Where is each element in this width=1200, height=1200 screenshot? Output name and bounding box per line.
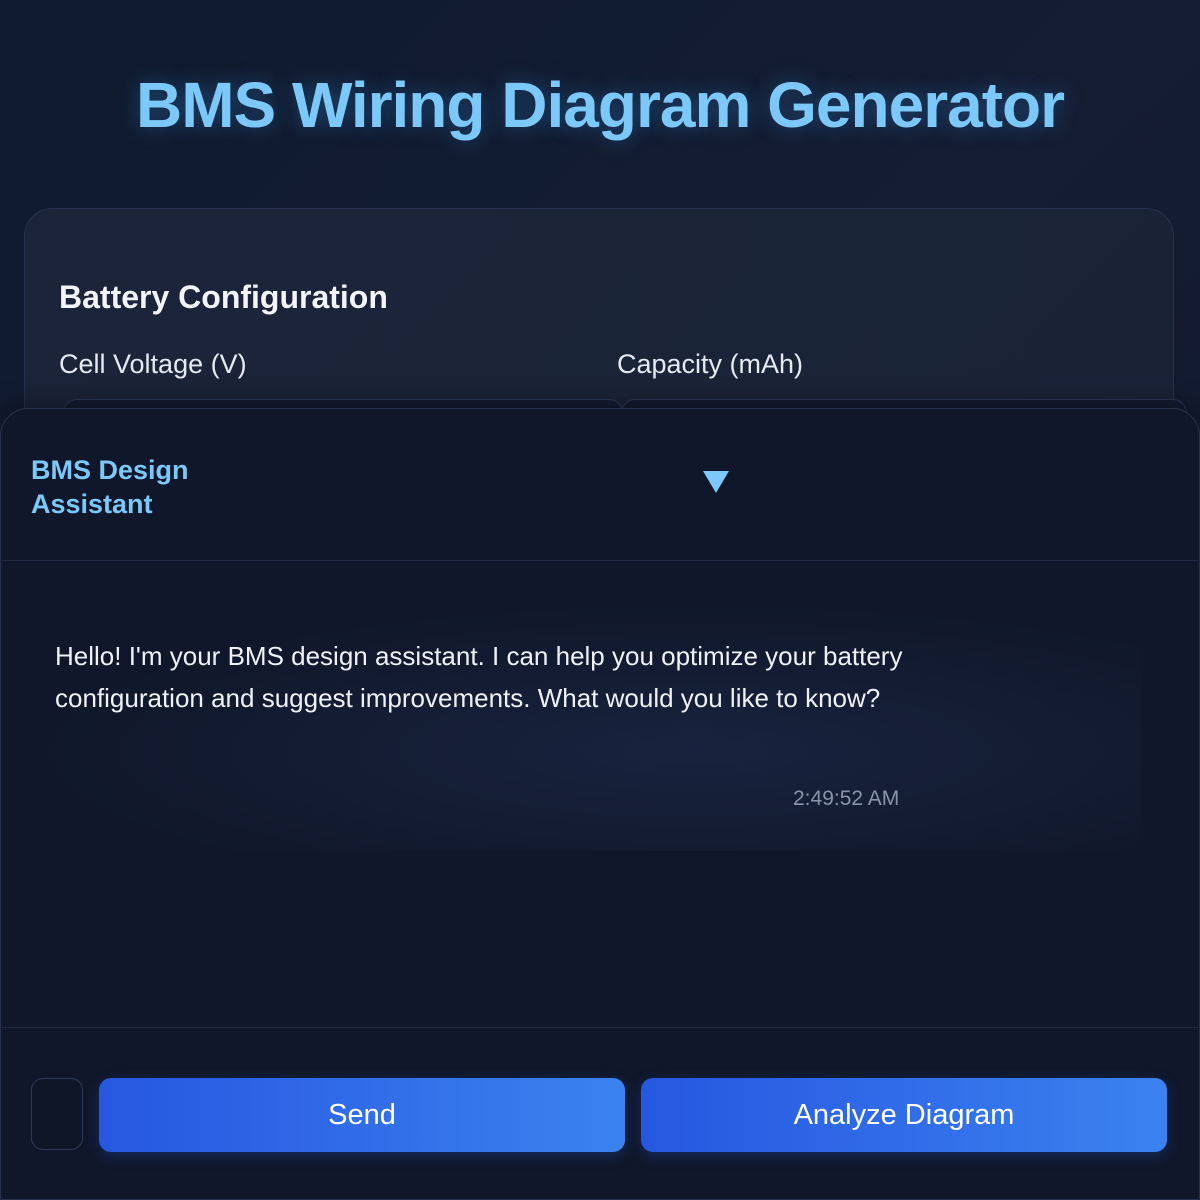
message-text: Hello! I'm your BMS design assistant. I … [55,641,903,713]
chat-input-bar: Send Analyze Diagram [1,1027,1199,1199]
chat-collapse-toggle[interactable] [693,461,739,507]
battery-configuration-title: Battery Configuration [59,279,388,315]
chat-header: BMS Design Assistant [1,409,1199,561]
chat-message-list: Hello! I'm your BMS design assistant. I … [1,561,1199,1027]
chat-message-input[interactable] [31,1078,83,1150]
assistant-message: Hello! I'm your BMS design assistant. I … [23,601,1141,851]
analyze-diagram-button[interactable]: Analyze Diagram [641,1078,1167,1152]
capacity-label: Capacity (mAh) [617,349,804,379]
assistant-chat-panel: BMS Design Assistant Hello! I'm your BMS… [0,408,1200,1200]
send-button[interactable]: Send [99,1078,625,1152]
chevron-down-icon [703,471,729,493]
message-timestamp: 2:49:52 AM [793,787,900,810]
cell-voltage-label: Cell Voltage (V) [59,349,247,379]
chat-title: BMS Design Assistant [31,455,189,519]
page-title: BMS Wiring Diagram Generator [135,69,1065,141]
